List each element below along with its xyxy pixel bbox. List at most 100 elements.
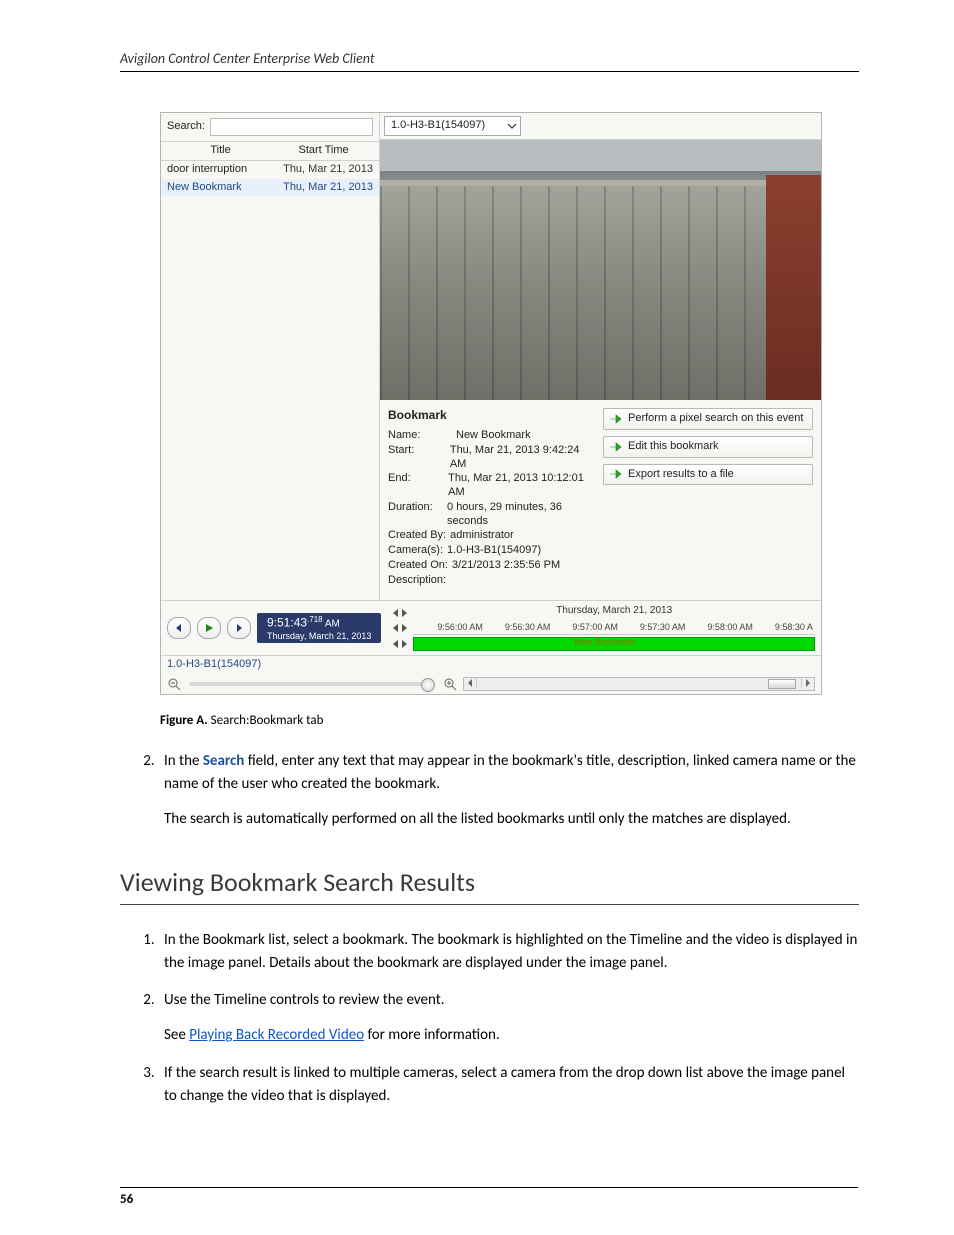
tick-label: 9:58:30 A: [775, 622, 813, 633]
body-text: In the: [164, 752, 203, 770]
skip-last-icon[interactable]: [401, 609, 409, 617]
list-item: In the Search field, enter any text that…: [158, 750, 859, 832]
skip-last-icon[interactable]: [401, 640, 409, 648]
caption-text: Search:Bookmark tab: [211, 713, 324, 728]
bm-createdon-label: Created On:: [388, 559, 448, 573]
tick-label: 9:58:00 AM: [707, 622, 753, 633]
arrow-right-icon: [610, 414, 622, 424]
camera-select[interactable]: 1.0-H3-B1(154097): [384, 116, 521, 136]
time-ampm: AM: [325, 619, 340, 630]
step-back-button[interactable]: [167, 617, 191, 639]
app-window: Search: Title Start Time door interrupti…: [160, 112, 822, 695]
playback-link[interactable]: Playing Back Recorded Video: [189, 1026, 364, 1044]
step-back-icon: [174, 623, 184, 633]
row-start: Thu, Mar 21, 2013: [274, 181, 373, 195]
tick-label: 9:57:30 AM: [640, 622, 686, 633]
playback-time-badge: 9:51:43.718 AM Thursday, March 21, 2013: [257, 613, 381, 642]
col-title-header[interactable]: Title: [167, 144, 274, 158]
search-field-ref: Search: [203, 752, 245, 770]
instruction-list-1: In the Search field, enter any text that…: [120, 750, 859, 832]
table-row[interactable]: door interruption Thu, Mar 21, 2013: [161, 161, 379, 179]
playback-bar: 9:51:43.718 AM Thursday, March 21, 2013 …: [161, 600, 821, 655]
row-title: New Bookmark: [167, 181, 274, 195]
play-icon: [204, 623, 214, 633]
time-main: 9:51:43: [267, 616, 307, 630]
tick-label: 9:56:00 AM: [437, 622, 483, 633]
body-text: See: [164, 1026, 189, 1044]
bm-name: New Bookmark: [456, 429, 531, 443]
tick-label: 9:57:00 AM: [572, 622, 618, 633]
zoom-slider-handle[interactable]: [421, 678, 435, 692]
time-frac: .718: [307, 615, 323, 624]
skip-last-icon[interactable]: [401, 624, 409, 632]
bm-description-label: Description:: [388, 574, 456, 588]
body-text: field, enter any text that may appear in…: [164, 752, 856, 793]
skip-first-icon[interactable]: [391, 624, 399, 632]
instruction-list-2: In the Bookmark list, select a bookmark.…: [120, 929, 859, 1109]
scroll-right-icon[interactable]: [801, 678, 814, 688]
skip-first-icon[interactable]: [391, 609, 399, 617]
playback-date: Thursday, March 21, 2013: [267, 631, 371, 641]
pixel-search-button[interactable]: Perform a pixel search on this event: [603, 408, 813, 430]
body-text: In the Bookmark list, select a bookmark.…: [164, 931, 857, 972]
action-label: Export results to a file: [628, 468, 734, 482]
scroll-thumb[interactable]: [768, 679, 796, 689]
tick-label: 9:56:30 AM: [505, 622, 551, 633]
bm-end-label: End:: [388, 472, 448, 500]
bm-cameras-label: Camera(s):: [388, 544, 443, 558]
detail-panel: 1.0-H3-B1(154097) Bookmark Name:New Book…: [380, 113, 821, 600]
bm-start-label: Start:: [388, 444, 450, 472]
action-label: Edit this bookmark: [628, 440, 718, 454]
table-row[interactable]: New Bookmark Thu, Mar 21, 2013: [161, 179, 379, 197]
bm-createdon: 3/21/2013 2:35:56 PM: [452, 559, 560, 573]
search-label: Search:: [167, 120, 205, 134]
zoom-slider[interactable]: [189, 682, 429, 686]
row-start: Thu, Mar 21, 2013: [274, 163, 373, 177]
video-image-panel[interactable]: [380, 140, 821, 400]
timeline-ticks: 9:56:00 AM 9:56:30 AM 9:57:00 AM 9:57:30…: [413, 622, 815, 635]
zoom-in-icon[interactable]: [443, 677, 457, 691]
bookmark-details: Bookmark Name:New Bookmark Start:Thu, Ma…: [388, 408, 585, 588]
step-forward-icon: [234, 623, 244, 633]
scroll-left-icon[interactable]: [464, 678, 477, 688]
bm-cameras: 1.0-H3-B1(154097): [447, 544, 541, 558]
bm-name-label: Name:: [388, 429, 456, 443]
search-input[interactable]: [210, 118, 373, 136]
caption-prefix: Figure A.: [160, 713, 208, 728]
page-number: 56: [120, 1187, 858, 1207]
timeline-day-label: Thursday, March 21, 2013: [413, 605, 815, 618]
export-results-button[interactable]: Export results to a file: [603, 464, 813, 486]
bookmark-heading: Bookmark: [388, 408, 585, 423]
play-button[interactable]: [197, 617, 221, 639]
header-title: Avigilon Control Center Enterprise Web C…: [120, 50, 375, 67]
bookmark-list-panel: Search: Title Start Time door interrupti…: [161, 113, 380, 600]
step-forward-button[interactable]: [227, 617, 251, 639]
bm-createdby-label: Created By:: [388, 529, 446, 543]
body-text: The search is automatically performed on…: [164, 808, 859, 831]
skip-first-icon[interactable]: [391, 640, 399, 648]
page-header: Avigilon Control Center Enterprise Web C…: [120, 50, 859, 72]
list-item: In the Bookmark list, select a bookmark.…: [158, 929, 859, 976]
section-heading: Viewing Bookmark Search Results: [120, 866, 859, 905]
timeline-scrollbar[interactable]: [463, 677, 815, 691]
bm-end: Thu, Mar 21, 2013 10:12:01 AM: [448, 472, 585, 500]
list-item: Use the Timeline controls to review the …: [158, 989, 859, 1048]
row-title: door interruption: [167, 163, 274, 177]
chevron-down-icon: [507, 121, 517, 131]
bookmark-table-header: Title Start Time: [161, 142, 379, 161]
timeline-track[interactable]: New Bookmark: [413, 637, 815, 651]
edit-bookmark-button[interactable]: Edit this bookmark: [603, 436, 813, 458]
camera-row-label: 1.0-H3-B1(154097): [161, 655, 821, 674]
timeline-marker-label: New Bookmark: [574, 637, 635, 648]
bm-duration-label: Duration:: [388, 501, 447, 529]
bm-duration: 0 hours, 29 minutes, 36 seconds: [447, 501, 585, 529]
camera-select-value: 1.0-H3-B1(154097): [391, 119, 485, 133]
zoom-out-icon[interactable]: [167, 677, 181, 691]
figure-caption: Figure A. Search:Bookmark tab: [160, 713, 859, 728]
body-text: for more information.: [364, 1026, 500, 1044]
timeline: Thursday, March 21, 2013 9:56:00 AM 9:56…: [391, 605, 815, 651]
col-start-header[interactable]: Start Time: [274, 144, 373, 158]
list-item: If the search result is linked to multip…: [158, 1062, 859, 1109]
bm-createdby: administrator: [450, 529, 514, 543]
body-text: Use the Timeline controls to review the …: [164, 991, 445, 1009]
